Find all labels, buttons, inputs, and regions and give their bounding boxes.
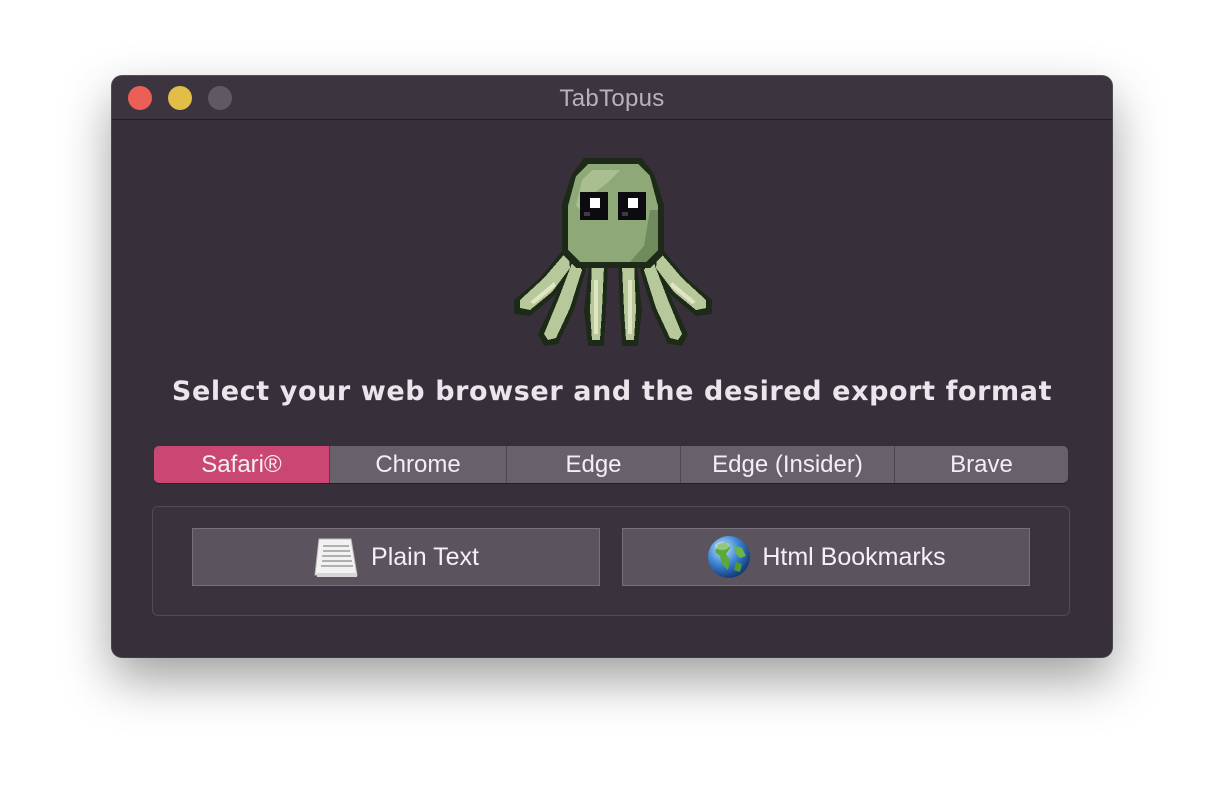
- instruction-heading: Select your web browser and the desired …: [171, 376, 1053, 407]
- app-window: TabTopus Select your web browser and the…: [112, 76, 1112, 657]
- globe-icon: [708, 536, 751, 578]
- browser-tab-edge[interactable]: Edge: [507, 446, 681, 483]
- browser-tab-brave[interactable]: Brave: [895, 446, 1068, 483]
- browser-tab-edge-insider[interactable]: Edge (Insider): [681, 446, 895, 483]
- window-title: TabTopus: [559, 85, 665, 112]
- export-format-group: Plain Text Html Bookmarks: [152, 506, 1070, 616]
- title-bar[interactable]: TabTopus: [112, 76, 1112, 120]
- octopus-mascot-icon: [514, 158, 712, 346]
- document-lines-icon: [314, 538, 358, 577]
- browser-tab-chrome[interactable]: Chrome: [330, 446, 507, 483]
- plain-text-label: Plain Text: [371, 542, 479, 571]
- plain-text-button[interactable]: Plain Text: [192, 528, 600, 586]
- browser-selector[interactable]: Safari® Chrome Edge Edge (Insider) Brave: [154, 446, 1068, 483]
- browser-tab-safari[interactable]: Safari®: [154, 446, 330, 483]
- html-bookmarks-label: Html Bookmarks: [762, 542, 946, 571]
- html-bookmarks-button[interactable]: Html Bookmarks: [622, 528, 1030, 586]
